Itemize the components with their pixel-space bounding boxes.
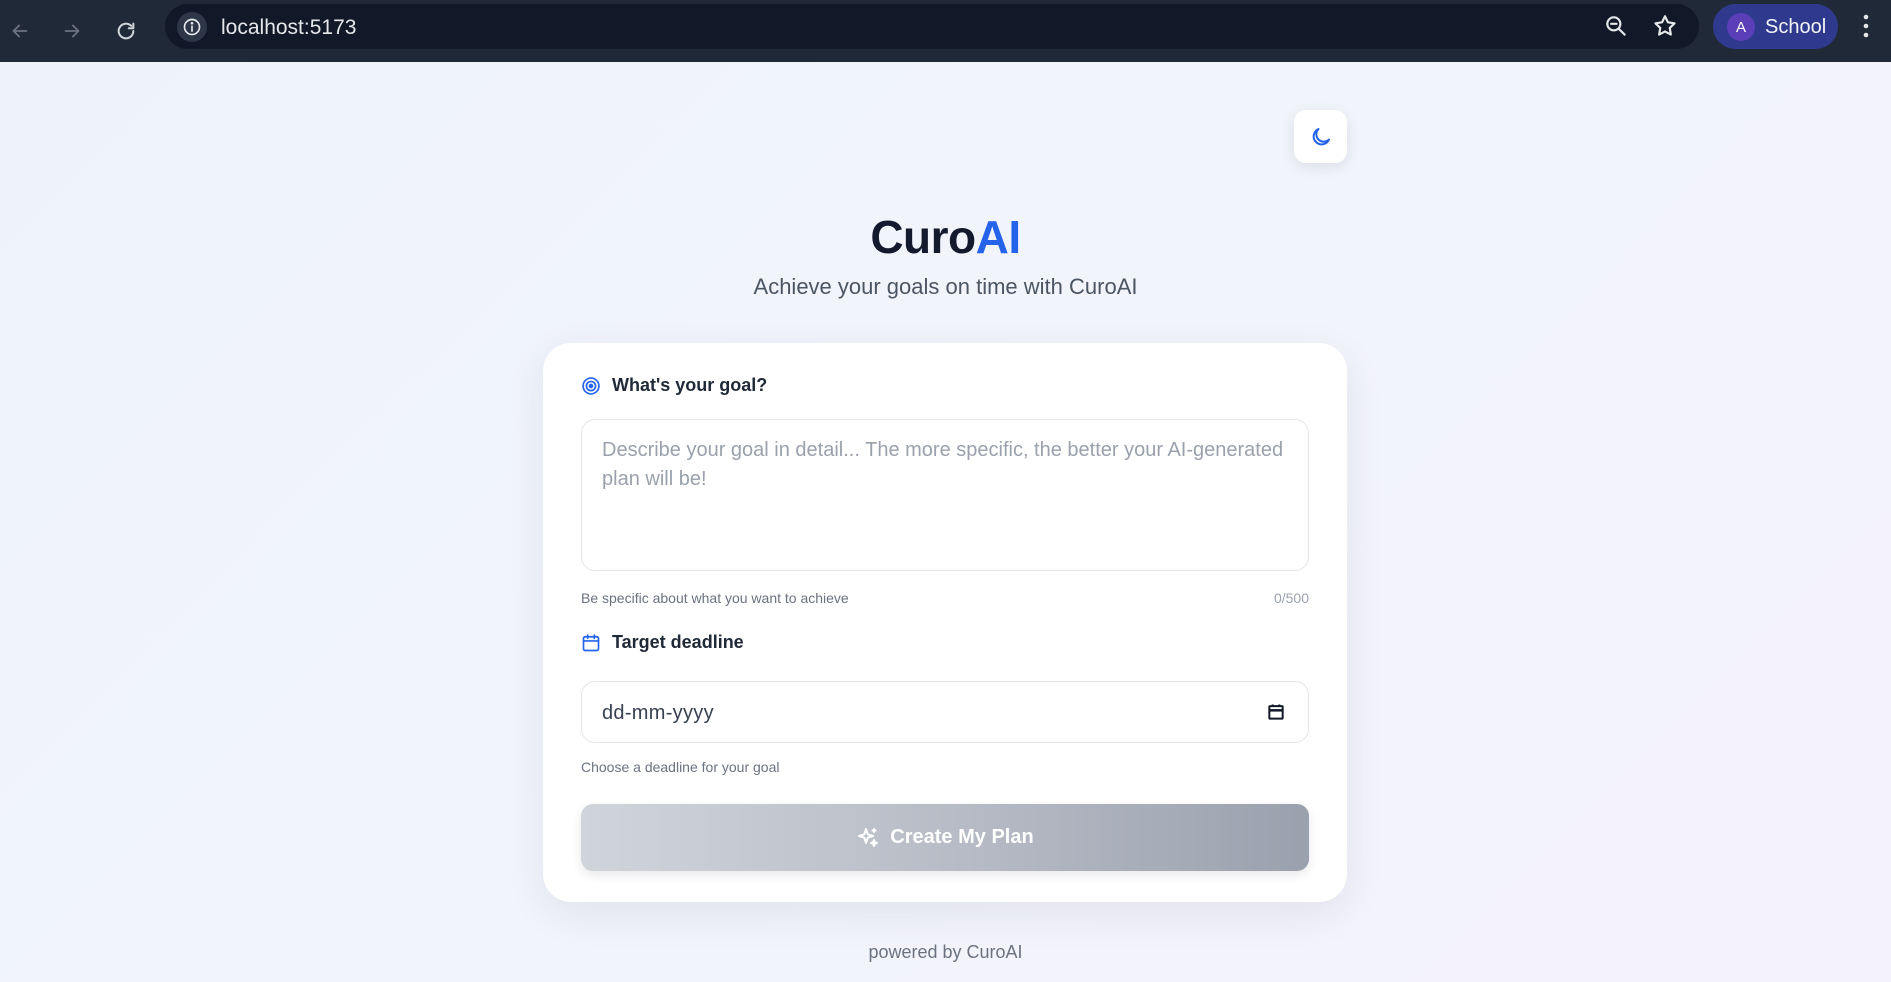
- create-plan-button[interactable]: Create My Plan: [581, 804, 1309, 871]
- reload-icon: [117, 22, 135, 40]
- date-picker-button[interactable]: [1266, 702, 1286, 727]
- deadline-label-text: Target deadline: [612, 632, 744, 652]
- profile-button[interactable]: A School: [1713, 4, 1838, 49]
- zoom-button[interactable]: [1603, 13, 1629, 44]
- goal-hint: Be specific about what you want to achie…: [581, 590, 849, 606]
- date-picker-icon: [1268, 704, 1284, 720]
- goal-form-card: What's your goal? Be specific about what…: [543, 343, 1347, 902]
- goal-field-label: What's your goal?: [581, 375, 767, 396]
- date-placeholder[interactable]: dd-mm-yyyy: [602, 702, 714, 725]
- browser-menu-button[interactable]: [1862, 13, 1870, 44]
- back-button[interactable]: [0, 11, 40, 51]
- site-info-button[interactable]: [177, 12, 207, 42]
- goal-label-text: What's your goal?: [612, 375, 768, 395]
- app-title: CuroAI: [0, 210, 1891, 264]
- deadline-date-input[interactable]: dd-mm-yyyy: [581, 681, 1309, 743]
- deadline-field-label: Target deadline: [581, 632, 744, 653]
- target-icon: [581, 376, 601, 396]
- address-bar[interactable]: localhost:5173: [165, 4, 1699, 49]
- profile-name: School: [1765, 16, 1827, 38]
- app-page: CuroAI Achieve your goals on time with C…: [0, 62, 1891, 982]
- avatar: A: [1727, 13, 1755, 41]
- menu-dots-icon: [1863, 14, 1869, 38]
- url-text[interactable]: localhost:5173: [221, 16, 356, 40]
- bookmark-button[interactable]: [1652, 13, 1678, 44]
- tagline: Achieve your goals on time with CuroAI: [753, 274, 1138, 299]
- brand-accent: AI: [975, 211, 1022, 263]
- footer-credit: powered by CuroAI: [868, 942, 1023, 962]
- theme-toggle-button[interactable]: [1294, 110, 1347, 163]
- create-plan-label: Create My Plan: [890, 826, 1034, 848]
- zoom-icon: [1606, 16, 1626, 36]
- browser-toolbar: localhost:5173 A School: [0, 0, 1891, 62]
- sparkles-icon: [856, 826, 880, 850]
- calendar-icon: [581, 633, 601, 653]
- reload-button[interactable]: [106, 11, 146, 51]
- moon-icon: [1312, 127, 1330, 145]
- bookmark-star-icon: [1654, 15, 1676, 36]
- forward-icon: [64, 24, 80, 38]
- back-icon: [12, 24, 28, 38]
- goal-textarea[interactable]: [581, 419, 1309, 571]
- goal-character-counter: 0/500: [1273, 590, 1309, 606]
- deadline-hint: Choose a deadline for your goal: [581, 759, 780, 775]
- site-info-icon: [183, 18, 201, 36]
- forward-button[interactable]: [52, 11, 92, 51]
- brand-main: Curo: [870, 211, 976, 263]
